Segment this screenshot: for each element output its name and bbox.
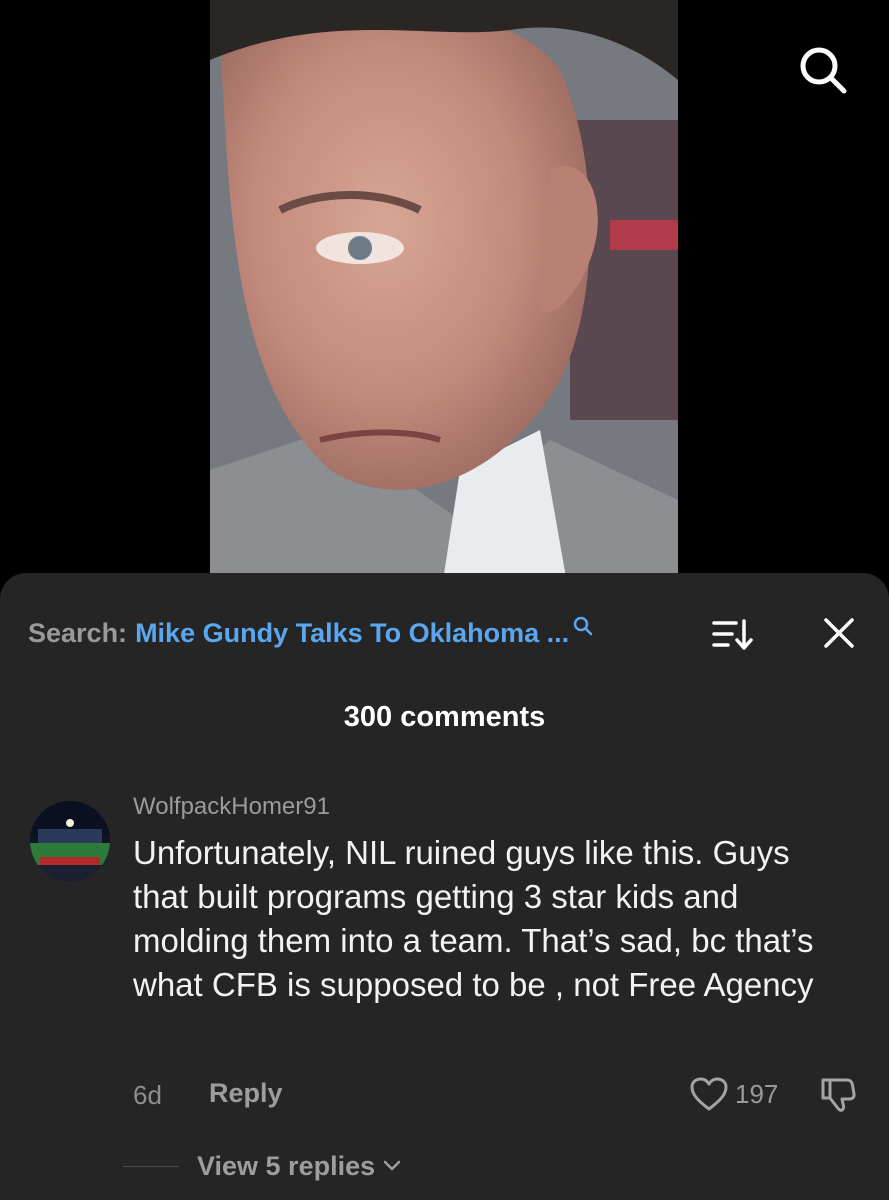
video-player[interactable] xyxy=(0,0,889,600)
heart-icon xyxy=(690,1077,728,1111)
search-button[interactable] xyxy=(793,40,853,100)
comment-timestamp: 6d xyxy=(133,1080,162,1110)
chevron-down-icon xyxy=(383,1160,401,1172)
comments-count-title: 300 comments xyxy=(343,701,546,733)
sort-button[interactable] xyxy=(710,617,754,658)
search-icon[interactable] xyxy=(573,616,593,636)
reply-button[interactable]: Reply xyxy=(209,1078,283,1109)
search-icon xyxy=(800,47,847,94)
close-button[interactable] xyxy=(821,615,857,656)
comment-search-bar: Search: Mike Gundy Talks To Oklahoma ... xyxy=(28,613,861,653)
video-still-image xyxy=(210,0,678,600)
view-replies-button[interactable]: View 5 replies xyxy=(123,1146,401,1186)
video-frame-thumbnail[interactable] xyxy=(210,0,678,600)
comment-actions: 6d Reply 197 xyxy=(133,1076,863,1116)
search-prefix-label: Search: xyxy=(28,617,128,648)
close-icon xyxy=(824,618,854,648)
dislike-button[interactable] xyxy=(819,1076,857,1119)
comment-text: Unfortunately, NIL ruined guys like this… xyxy=(133,834,814,1003)
stadium-avatar-image xyxy=(30,801,110,881)
like-button[interactable]: 197 xyxy=(689,1076,778,1112)
sort-icon xyxy=(712,619,753,650)
thumbs-down-icon xyxy=(821,1078,856,1112)
avatar[interactable] xyxy=(30,801,110,881)
comments-sheet: Search: Mike Gundy Talks To Oklahoma ... xyxy=(0,573,889,1200)
comment-username[interactable]: WolfpackHomer91 xyxy=(133,793,330,821)
search-query-link[interactable]: Mike Gundy Talks To Oklahoma ... xyxy=(135,618,569,649)
view-replies-label: View 5 replies xyxy=(197,1150,376,1181)
like-count: 197 xyxy=(735,1078,779,1109)
replies-divider xyxy=(123,1165,179,1167)
